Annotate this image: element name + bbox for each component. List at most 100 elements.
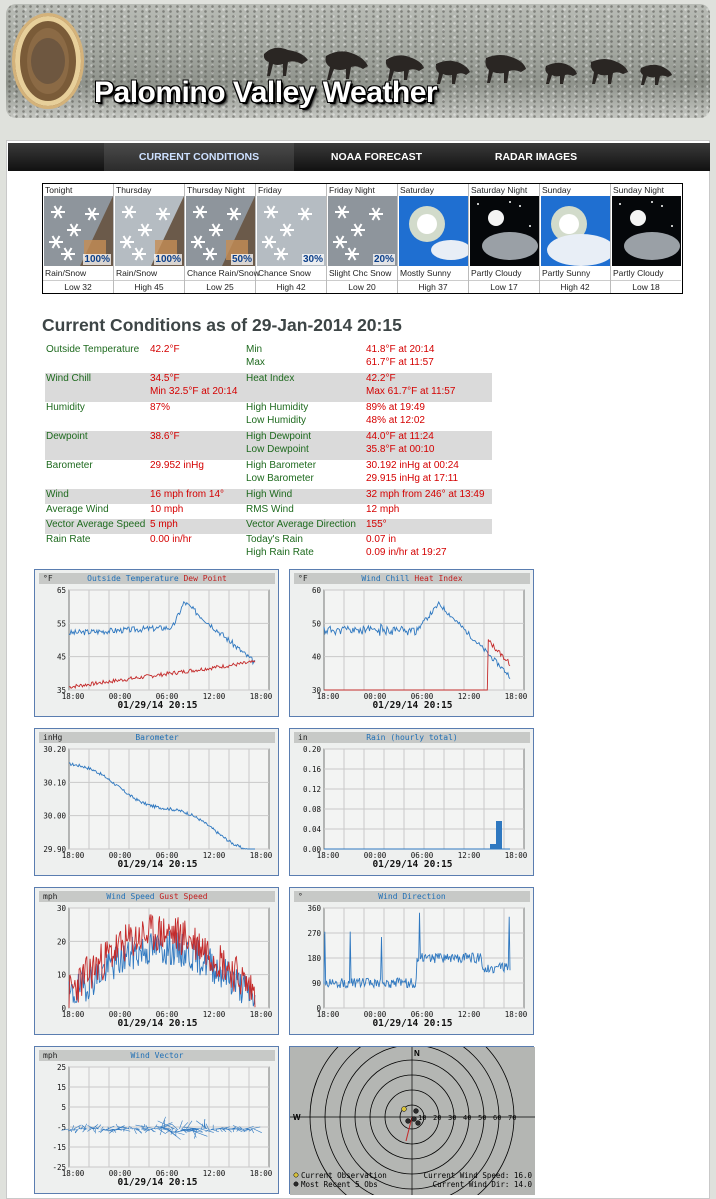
extreme-label: Min Max xyxy=(245,344,365,373)
x-tick: 12:00 xyxy=(203,851,226,859)
graph-timestamp: 01/29/14 20:15 xyxy=(117,1018,198,1029)
precip-chance: 30% xyxy=(301,254,324,265)
y-tick: -5 xyxy=(57,1123,66,1132)
y-tick: 0.16 xyxy=(303,765,322,774)
forecast-temp: Low 25 xyxy=(185,280,255,292)
condition-label: Average Wind xyxy=(45,504,149,519)
x-tick: 00:00 xyxy=(364,851,387,859)
precip-chance: 20% xyxy=(372,254,395,265)
graph-panel[interactable]: mph Wind Speed Gust Speed 30 20 10 0 18:00 00:0… xyxy=(34,887,279,1035)
legend-current: Current Observation xyxy=(301,1171,387,1180)
rain-bar xyxy=(496,821,502,849)
graph-unit: inHg xyxy=(43,733,62,742)
x-tick: 06:00 xyxy=(156,1169,179,1177)
extreme-label-line: Low Humidity xyxy=(246,414,307,426)
ring-label: 50 xyxy=(478,1114,486,1122)
forecast-temp: High 37 xyxy=(398,280,468,292)
forecast-day[interactable]: Tonight 100% Rain/Snow Low 32 xyxy=(43,184,114,293)
wind-observation xyxy=(401,1106,407,1112)
condition-value-line: 29.952 inHg xyxy=(150,460,204,471)
forecast-temp: Low 18 xyxy=(611,280,681,292)
y-tick: 50 xyxy=(312,619,322,628)
condition-label-line: Vector Average Speed xyxy=(46,519,146,530)
condition-value: 10 mph xyxy=(149,504,245,519)
conditions-row: Average Wind 10 mph RMS Wind 12 mph xyxy=(45,504,492,519)
ring-label: 70 xyxy=(508,1114,516,1122)
extreme-value-line: Max 61.7°F at 11:57 xyxy=(366,385,456,397)
conditions-row: Rain Rate 0.00 in/hr Today's Rain High Rain… xyxy=(45,534,492,563)
ring-label: 40 xyxy=(463,1114,471,1122)
y-tick: 30.00 xyxy=(43,812,66,821)
wind-observation xyxy=(405,1118,411,1124)
extreme-label: Today's Rain High Rain Rate xyxy=(245,534,365,563)
graph-panel[interactable]: °F Outside Temperature Dew Point 65 55 45 35 1… xyxy=(34,569,279,717)
graph-panel[interactable]: in Rain (hourly total) 0.20 0.16 0.12 0.08 0.0… xyxy=(289,728,534,876)
condition-label-line: Average Wind xyxy=(46,504,109,515)
forecast-temp: High 42 xyxy=(256,280,326,292)
graph-title: Wind Chill Heat Index xyxy=(361,574,462,583)
x-tick: 18:00 xyxy=(62,1010,85,1018)
y-tick: 5 xyxy=(61,1103,66,1112)
condition-value: 0.00 in/hr xyxy=(149,534,245,563)
condition-label-line: Dewpoint xyxy=(46,431,88,442)
graph-panel[interactable]: inHg Barometer 30.20 30.10 30.00 29.90 18:00 00… xyxy=(34,728,279,876)
tab-noaa-forecast[interactable]: NOAA FORECAST xyxy=(294,143,459,171)
extreme-label-line: Vector Average Direction xyxy=(246,519,356,530)
y-tick: 15 xyxy=(57,1083,66,1092)
forecast-day[interactable]: Saturday Night Partly Cloudy Low 17 xyxy=(469,184,540,293)
forecast-day[interactable]: Sunday Partly Sunny High 42 xyxy=(540,184,615,293)
wind-observation xyxy=(411,1116,417,1122)
extreme-value: 155° xyxy=(365,519,492,534)
site-title: Palomino Valley Weather xyxy=(94,76,438,109)
extreme-value-line: 30.192 inHg at 00:24 xyxy=(366,460,459,471)
precip-chance: 100% xyxy=(154,254,182,265)
forecast-day[interactable]: Thursday 100% Rain/Snow High 45 xyxy=(114,184,185,293)
condition-label-line: Outside Temperature xyxy=(46,344,140,355)
forecast-period: Saturday xyxy=(400,185,435,195)
y-tick: 90 xyxy=(312,979,322,988)
extreme-label: High Humidity Low Humidity xyxy=(245,402,365,431)
station-logo[interactable] xyxy=(12,13,84,109)
forecast-strip: Tonight 100% Rain/Snow Low 32 Thursday 100% Ra… xyxy=(42,183,683,294)
precip-chance: 50% xyxy=(230,254,253,265)
tab-current-conditions[interactable]: CURRENT CONDITIONS xyxy=(104,143,294,171)
extreme-value-line: 41.8°F at 20:14 xyxy=(366,344,435,355)
graph-unit: mph xyxy=(43,892,58,901)
y-tick: 30 xyxy=(57,904,67,913)
x-tick: 12:00 xyxy=(203,692,226,700)
condition-value-line: 10 mph xyxy=(150,504,184,515)
current-conditions-table: Outside Temperature 42.2°F Min Max 41.8°F at… xyxy=(45,344,492,563)
extreme-value-line: 42.2°F xyxy=(366,373,396,384)
condition-value-line: 0.00 in/hr xyxy=(150,534,192,545)
wind-radar-panel[interactable]: 10 20 30 40 50 60 70 N W Current Observation Most … xyxy=(289,1046,535,1195)
condition-value: 29.952 inHg xyxy=(149,460,245,489)
graph-timestamp: 01/29/14 20:15 xyxy=(372,700,453,711)
extreme-value-line: 48% at 12:02 xyxy=(366,414,425,426)
forecast-period: Thursday Night xyxy=(187,185,245,195)
graph-title: Wind Speed Gust Speed xyxy=(106,892,207,901)
graph-panel[interactable]: mph Wind Vector 25 15 5 -5 -15 -25 18:00 00:00 06:… xyxy=(34,1046,279,1194)
precip-chance: 100% xyxy=(83,254,111,265)
forecast-day[interactable]: Sunday Night Partly Cloudy Low 18 xyxy=(611,184,682,293)
condition-value-line: 42.2°F xyxy=(150,344,180,355)
forecast-day[interactable]: Friday 30% Chance Snow High 42 xyxy=(256,184,327,293)
forecast-day[interactable]: Thursday Night 50% Chance Rain/Snow Low 25 xyxy=(185,184,260,293)
forecast-desc: Partly Cloudy xyxy=(613,268,664,278)
forecast-day[interactable]: Saturday Mostly Sunny High 37 xyxy=(398,184,471,293)
extreme-label-line: Heat Index xyxy=(246,373,295,384)
forecast-day[interactable]: Friday Night 20% Slight Chc Snow Low 20 xyxy=(327,184,398,293)
condition-value-line: Min 32.5°F at 20:14 xyxy=(150,385,238,397)
y-tick: 20 xyxy=(57,937,67,946)
graph-unit: ° xyxy=(298,892,303,901)
graph-panel[interactable]: °F Wind Chill Heat Index 60 50 40 30 18:00 00:0… xyxy=(289,569,534,717)
y-tick: 0.08 xyxy=(303,805,322,814)
condition-value: 38.6°F xyxy=(149,431,245,460)
extreme-label-line: RMS Wind xyxy=(246,504,294,515)
x-tick: 18:00 xyxy=(317,851,340,859)
tab-radar-images[interactable]: RADAR IMAGES xyxy=(459,143,613,171)
graph-panel[interactable]: ° Wind Direction 360 270 180 90 0 18:00 00:00 06:… xyxy=(289,887,534,1035)
forecast-temp: Low 20 xyxy=(327,280,397,292)
graph-unit: in xyxy=(298,733,308,742)
x-tick: 12:00 xyxy=(458,1010,481,1018)
forecast-period: Friday xyxy=(258,185,282,195)
